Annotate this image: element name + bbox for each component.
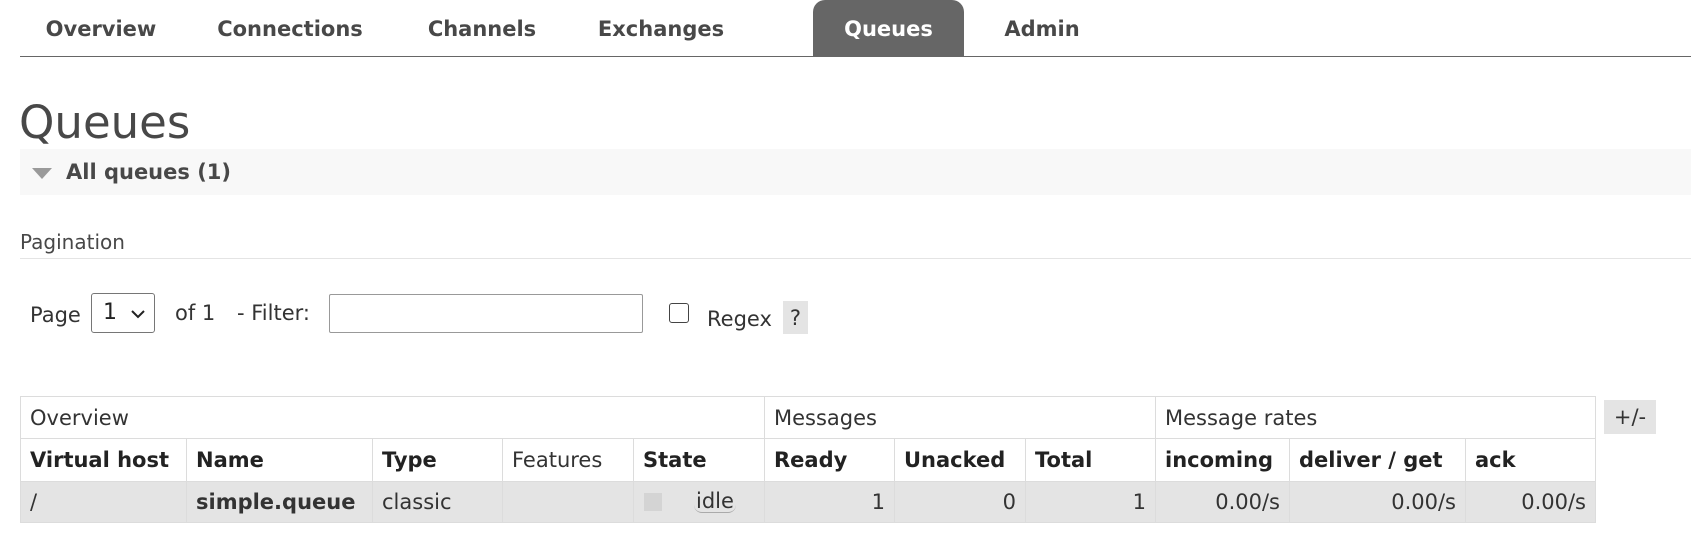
cell-ack: 0.00/s (1465, 481, 1596, 523)
regex-label: Regex (707, 307, 772, 331)
cell-ready: 1 (764, 481, 895, 523)
page-title: Queues (19, 96, 191, 149)
section-title: All queues (1) (66, 160, 231, 184)
state-label: idle (694, 489, 736, 513)
cell-deliver-get: 0.00/s (1289, 481, 1466, 523)
state-indicator-icon (644, 493, 662, 511)
col-header-incoming[interactable]: incoming (1155, 438, 1290, 482)
table-row: / simple.queue classic idle 1 0 1 0.00/s… (20, 481, 1596, 523)
col-header-type[interactable]: Type (372, 438, 503, 482)
col-header-total[interactable]: Total (1025, 438, 1156, 482)
col-header-state[interactable]: State (633, 438, 765, 482)
page-select-value: 1 (103, 300, 117, 325)
page-select[interactable]: 1 (91, 293, 155, 333)
page-count-label: of 1 (175, 301, 216, 325)
col-header-name[interactable]: Name (186, 438, 373, 482)
regex-checkbox[interactable] (669, 303, 689, 323)
tab-overview[interactable]: Overview (20, 0, 182, 56)
main-nav-tabs: Overview Connections Channels Exchanges … (20, 0, 1691, 57)
table-group-header-row: Overview Messages Message rates (20, 396, 1596, 439)
cell-type: classic (372, 481, 503, 523)
tab-queues[interactable]: Queues (813, 0, 964, 56)
col-header-virtual-host[interactable]: Virtual host (20, 438, 187, 482)
col-header-unacked[interactable]: Unacked (894, 438, 1026, 482)
toggle-columns-button[interactable]: +/- (1604, 400, 1656, 434)
queues-table: Overview Messages Message rates Virtual … (20, 396, 1596, 523)
cell-incoming: 0.00/s (1155, 481, 1290, 523)
col-header-ready[interactable]: Ready (764, 438, 895, 482)
cell-features (502, 481, 634, 523)
tab-channels[interactable]: Channels (412, 0, 552, 56)
filter-input[interactable] (329, 294, 643, 333)
pagination-divider (20, 258, 1691, 259)
tab-exchanges[interactable]: Exchanges (583, 0, 739, 56)
rabbitmq-queues-page: Overview Connections Channels Exchanges … (0, 0, 1691, 540)
col-header-deliver-get[interactable]: deliver / get (1289, 438, 1466, 482)
col-header-features: Features (502, 438, 634, 482)
queue-name-link[interactable]: simple.queue (186, 481, 373, 523)
filter-label: - Filter: (237, 301, 310, 325)
all-queues-section-toggle[interactable]: All queues (1) (20, 149, 1691, 195)
cell-total: 1 (1025, 481, 1156, 523)
tab-admin[interactable]: Admin (997, 0, 1087, 56)
tab-connections[interactable]: Connections (207, 0, 373, 56)
regex-help-button[interactable]: ? (783, 301, 808, 334)
group-header-overview: Overview (20, 396, 765, 439)
cell-virtual-host: / (20, 481, 187, 523)
cell-state: idle (633, 481, 765, 523)
cell-unacked: 0 (894, 481, 1026, 523)
pagination-heading: Pagination (20, 230, 125, 254)
page-label: Page (30, 303, 81, 327)
group-header-message-rates: Message rates (1155, 396, 1596, 439)
group-header-messages: Messages (764, 396, 1156, 439)
collapse-triangle-icon (32, 168, 52, 179)
col-header-ack[interactable]: ack (1465, 438, 1596, 482)
table-column-header-row: Virtual host Name Type Features State Re… (20, 438, 1596, 482)
chevron-down-icon (131, 310, 145, 319)
